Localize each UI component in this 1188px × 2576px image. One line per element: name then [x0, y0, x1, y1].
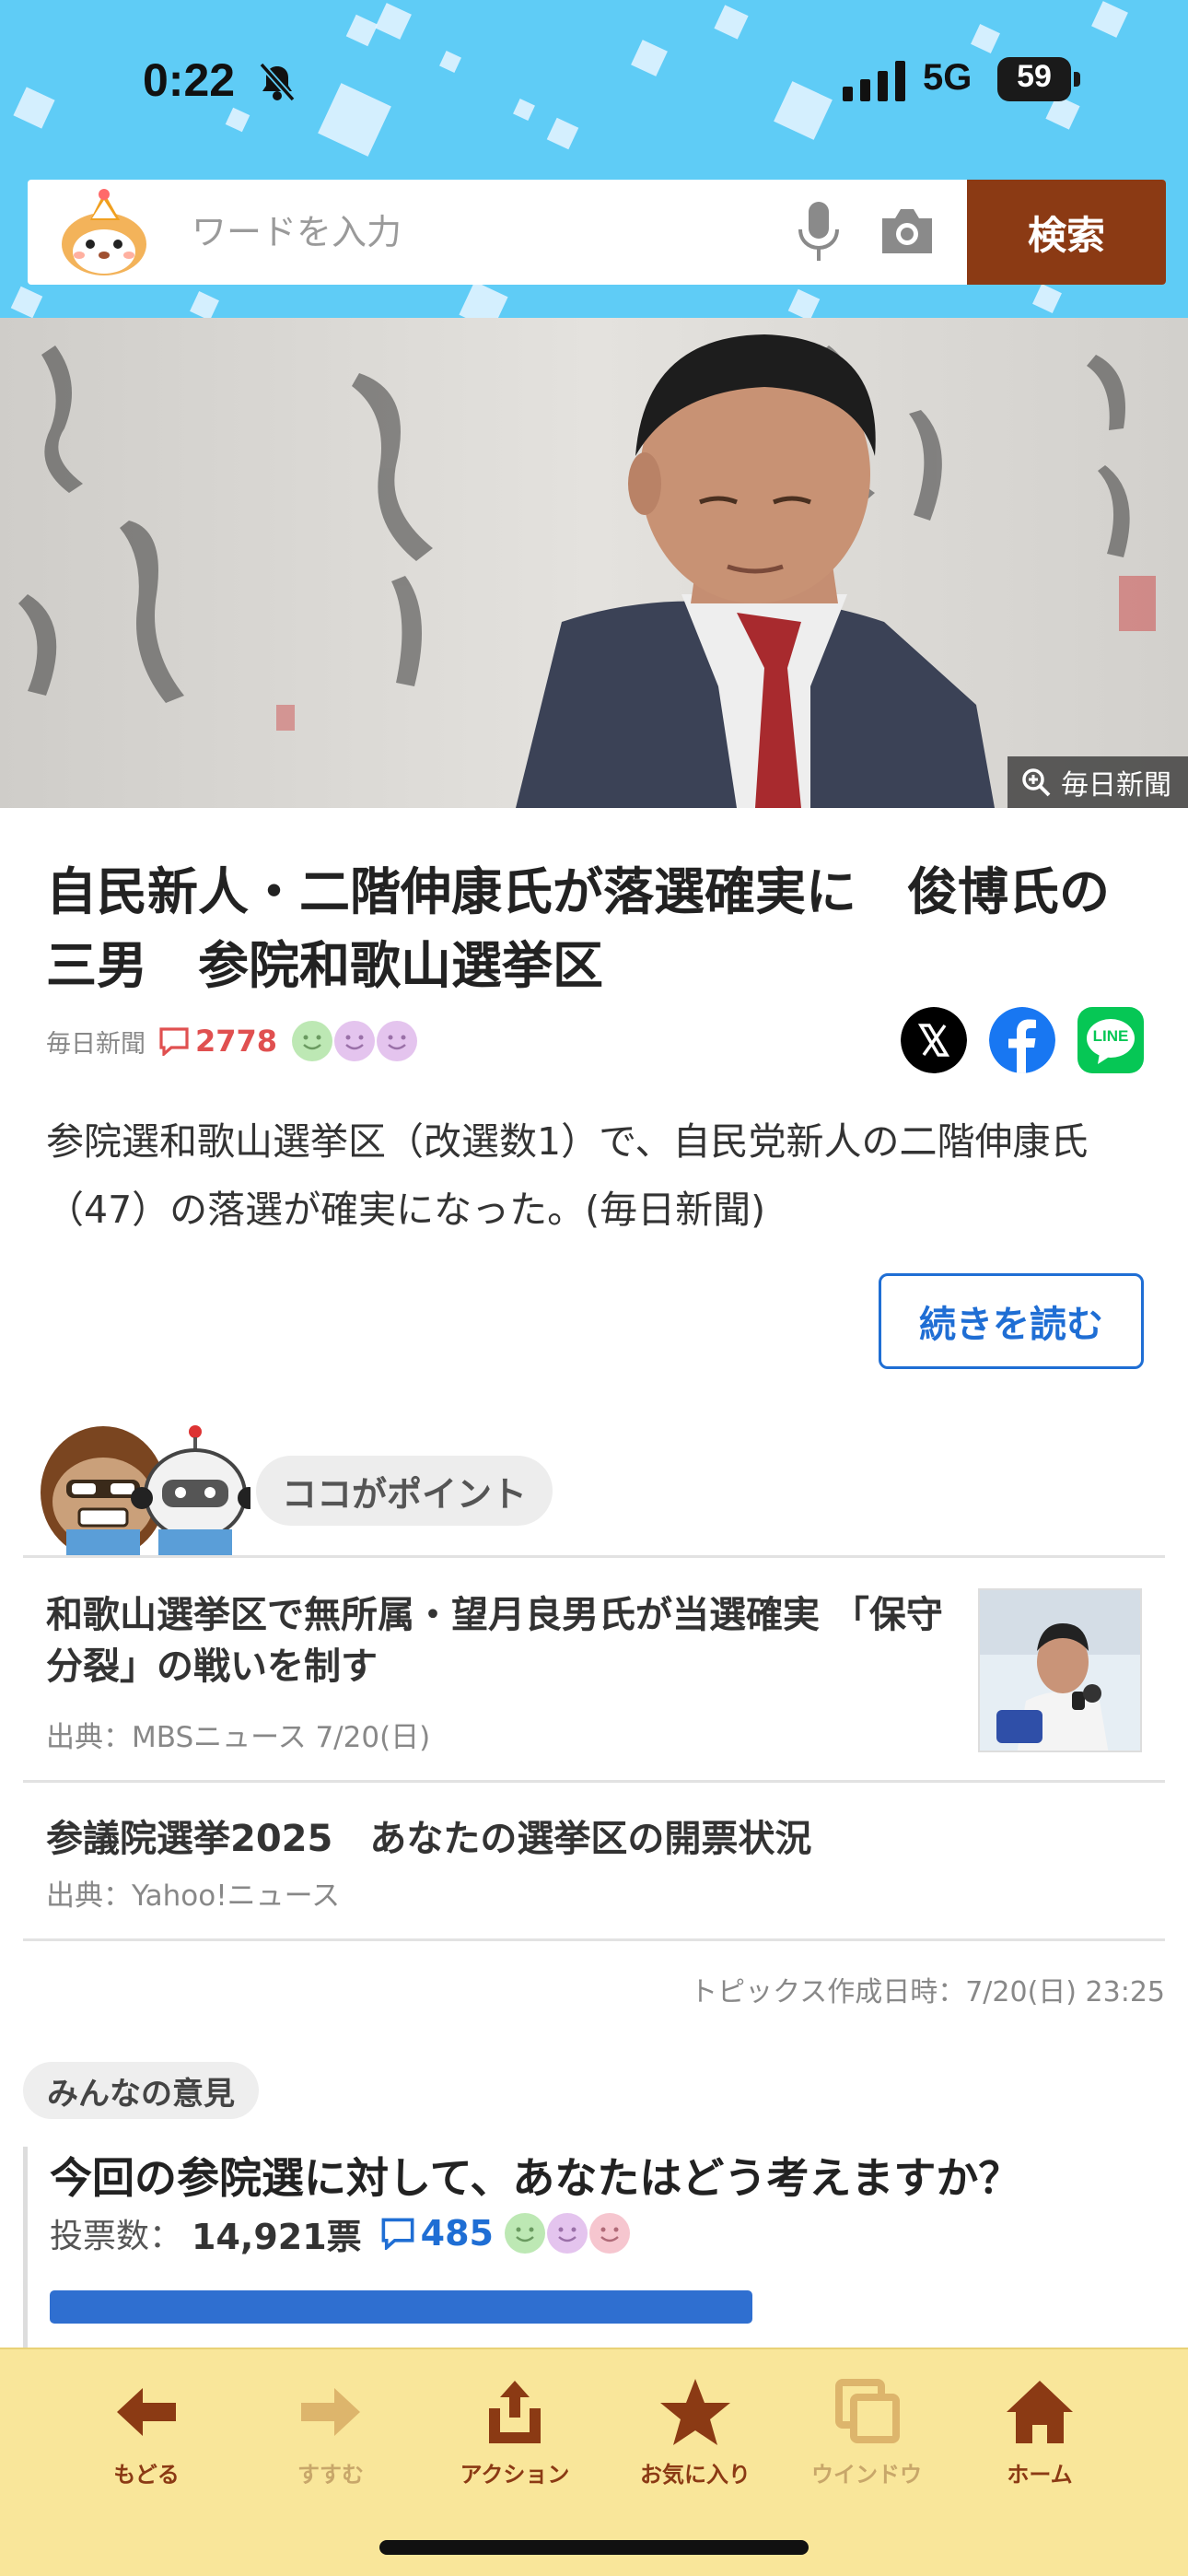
mascot-characters-icon [41, 1425, 250, 1557]
opinion-meta: 投票数： 14,921票 485 [50, 2207, 630, 2259]
bell-muted-icon [259, 62, 296, 102]
battery-icon: 59 [997, 57, 1080, 101]
point-label: ココがポイント [256, 1456, 553, 1526]
line-label: LINE [1092, 1027, 1129, 1045]
point-item-title[interactable]: 和歌山選挙区で無所属・望月良男氏が当選確実 「保守分裂」の戦いを制す [46, 1589, 958, 1692]
search-input[interactable] [192, 180, 781, 285]
comment-count: 2778 [195, 1024, 278, 1059]
article-summary: 参院選和歌山選挙区（改選数1）で、自民党新人の二階伸康氏（47）の落選が確実にな… [46, 1119, 1089, 1232]
star-icon [660, 2379, 730, 2445]
microphone-icon[interactable] [796, 200, 842, 264]
search-bar: 検索 [28, 180, 1166, 285]
toolbar-label: アクション [460, 2462, 570, 2488]
opinion-result-bar [50, 2290, 939, 2324]
thumbnail-photo [980, 1590, 1140, 1751]
article-source[interactable]: 毎日新聞 [46, 1024, 146, 1060]
arrow-left-icon [117, 2388, 176, 2436]
point-item-title[interactable]: 参議院選挙2025 あなたの選挙区の開票状況 [46, 1813, 811, 1865]
smile-green-icon [292, 1021, 333, 1061]
search-button[interactable]: 検索 [967, 180, 1166, 285]
photo-illustration [0, 318, 1188, 808]
header-banner: 0:22 5G 59 ワードを入力 検索 [0, 0, 1188, 318]
point-item-source: 出典：Yahoo!ニュース [46, 1879, 341, 1913]
votes-label: 投票数： [50, 2218, 183, 2255]
favorites-button[interactable]: お気に入り [617, 2368, 774, 2524]
smile-purple-icon [546, 2213, 588, 2254]
zoom-icon [1022, 768, 1051, 797]
back-button[interactable]: もどる [68, 2368, 225, 2524]
toolbar-label: お気に入り [640, 2462, 751, 2488]
comment-icon [381, 2218, 414, 2250]
arrow-right-icon [301, 2388, 360, 2436]
photo-credit[interactable]: 毎日新聞 [1007, 756, 1188, 808]
x-icon[interactable] [901, 1007, 967, 1073]
forward-button[interactable]: すすむ [252, 2368, 409, 2524]
opinion-section-label: みんなの意見 [23, 2062, 259, 2119]
comment-icon [159, 1027, 189, 1056]
home-icon [1007, 2381, 1073, 2443]
windows-icon [835, 2379, 900, 2443]
action-button[interactable]: アクション [437, 2368, 593, 2524]
window-button[interactable]: ウインドウ [788, 2368, 945, 2524]
facebook-icon[interactable] [989, 1007, 1055, 1073]
read-more-button[interactable]: 続きを読む [879, 1273, 1144, 1369]
opinion-question[interactable]: 今回の参院選に対して、あなたはどう考えますか？ [50, 2145, 1020, 2206]
topic-created-time: トピックス作成日時：7/20(日) 23:25 [690, 1976, 1165, 2008]
battery-level: 59 [1017, 59, 1052, 94]
article-hero-image[interactable]: 毎日新聞 [0, 318, 1188, 808]
line-icon[interactable]: LINE [1077, 1007, 1144, 1073]
article-headline[interactable]: 自民新人・二階伸康氏が落選確実に 俊博氏の三男 参院和歌山選挙区 [46, 855, 1151, 1002]
comment-count-link[interactable]: 2778 [158, 1024, 277, 1059]
share-icon [489, 2381, 541, 2443]
home-indicator [379, 2540, 809, 2555]
smile-purple-icon [334, 1021, 376, 1061]
divider [23, 1938, 1165, 1941]
point-item-source: 出典：MBSニュース 7/20(日) [46, 1721, 431, 1754]
opinion-result-fill [50, 2290, 753, 2324]
opinion-comment-count: 485 [420, 2213, 494, 2254]
reaction-faces[interactable] [503, 2211, 630, 2255]
signal-icon [843, 61, 905, 101]
smile-purple-icon [377, 1021, 418, 1061]
smile-green-icon [504, 2213, 545, 2254]
toolbar-label: すすむ [297, 2462, 364, 2488]
network-type: 5G [923, 57, 973, 98]
toolbar-label: ホーム [1007, 2462, 1073, 2488]
toolbar-label: もどる [113, 2462, 180, 2488]
camera-icon[interactable] [879, 205, 936, 257]
divider [23, 1555, 1165, 1558]
opinion-comment-link[interactable]: 485 [380, 2213, 494, 2254]
home-button[interactable]: ホーム [961, 2368, 1118, 2524]
votes-value: 14,921票 [192, 2216, 362, 2257]
status-time: 0:22 [143, 54, 236, 106]
photo-credit-text: 毎日新聞 [1061, 769, 1171, 802]
mascot-logo-icon[interactable] [53, 187, 155, 279]
divider [23, 1780, 1165, 1783]
article-meta: 毎日新聞 2778 [46, 1018, 418, 1064]
smile-pink-icon [588, 2213, 630, 2254]
toolbar-label: ウインドウ [811, 2462, 922, 2488]
reaction-faces[interactable] [290, 1019, 418, 1063]
point-item-thumbnail[interactable] [978, 1588, 1142, 1752]
